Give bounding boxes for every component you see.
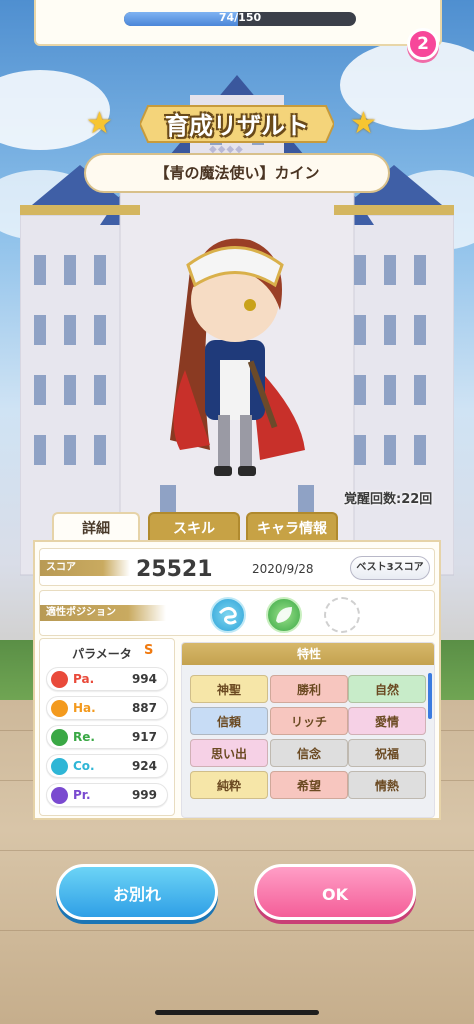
tab-character-info[interactable]: キャラ情報 [246,512,338,542]
param-pr: Pr. 999 [46,783,168,807]
traits-box: 特性 神聖 勝利 自然 信頼 リッチ 愛情 思い出 信念 祝福 純粋 希望 情熱 [181,642,435,818]
param-name: Co. [73,759,95,773]
param-name: Ha. [73,701,96,715]
score-value: 25521 [136,557,213,582]
page-title: 育成リザルト [165,112,309,140]
param-name: Pr. [73,788,91,802]
farewell-button[interactable]: お別れ [56,864,218,920]
rank-badge: S [144,643,154,658]
character-illustration [170,238,305,476]
character-name: 【青の魔法使い】カイン [84,153,390,193]
score-row: スコア 25521 2020/9/28 ベスト3スコア [39,548,435,586]
flame-icon [51,671,68,688]
param-re: Re. 917 [46,725,168,749]
param-ha: Ha. 887 [46,696,168,720]
trait-item[interactable]: 信念 [270,739,348,767]
position-row: 適性ポジション [39,590,435,636]
position-label: 適性ポジション [40,605,166,621]
parameter-box: パラメータ S Pa. 994 Ha. 887 Re. 917 Co. 924 … [39,638,175,816]
param-name: Re. [73,730,95,744]
trait-item[interactable]: 情熱 [348,771,426,799]
param-name: Pa. [73,672,95,686]
trait-item[interactable]: リッチ [270,707,348,735]
trait-item[interactable]: 希望 [270,771,348,799]
traits-title: 特性 [182,643,434,665]
clover-icon [51,729,68,746]
sun-icon [51,700,68,717]
param-pa: Pa. 994 [46,667,168,691]
empty-slot-icon [324,597,360,633]
score-label: スコア [40,560,130,576]
wind-icon [210,597,246,633]
trait-item[interactable]: 神聖 [190,675,268,703]
traits-scrollbar[interactable] [428,673,432,719]
param-value: 994 [131,672,157,686]
param-value: 924 [131,759,157,773]
ok-button[interactable]: OK [254,864,416,920]
trait-item[interactable]: 自然 [348,675,426,703]
leaf-icon [266,597,302,633]
star-left-icon: ★ [86,106,113,141]
notification-badge[interactable]: 2 [407,28,439,60]
trait-item[interactable]: 思い出 [190,739,268,767]
tab-details[interactable]: 詳細 [52,512,140,542]
param-value: 999 [131,788,157,802]
progress-gauge-text: 74/150 [218,11,262,24]
trait-item[interactable]: 純粋 [190,771,268,799]
star-right-icon: ★ [350,106,377,141]
home-indicator[interactable] [155,1010,319,1015]
details-panel: スコア 25521 2020/9/28 ベスト3スコア 適性ポジション パラメー… [33,540,441,820]
param-value: 887 [131,701,157,715]
param-co: Co. 924 [46,754,168,778]
tab-skills[interactable]: スキル [148,512,240,542]
trait-item[interactable]: 愛情 [348,707,426,735]
trait-item[interactable]: 勝利 [270,675,348,703]
score-date: 2020/9/28 [252,562,314,576]
trait-item[interactable]: 祝福 [348,739,426,767]
swirl-icon [51,758,68,775]
gem-icon [51,787,68,804]
trait-item[interactable]: 信頼 [190,707,268,735]
param-value: 917 [131,730,157,744]
best3-score-button[interactable]: ベスト3スコア [350,556,430,580]
awakening-count: 覚醒回数:22回 [344,492,433,507]
